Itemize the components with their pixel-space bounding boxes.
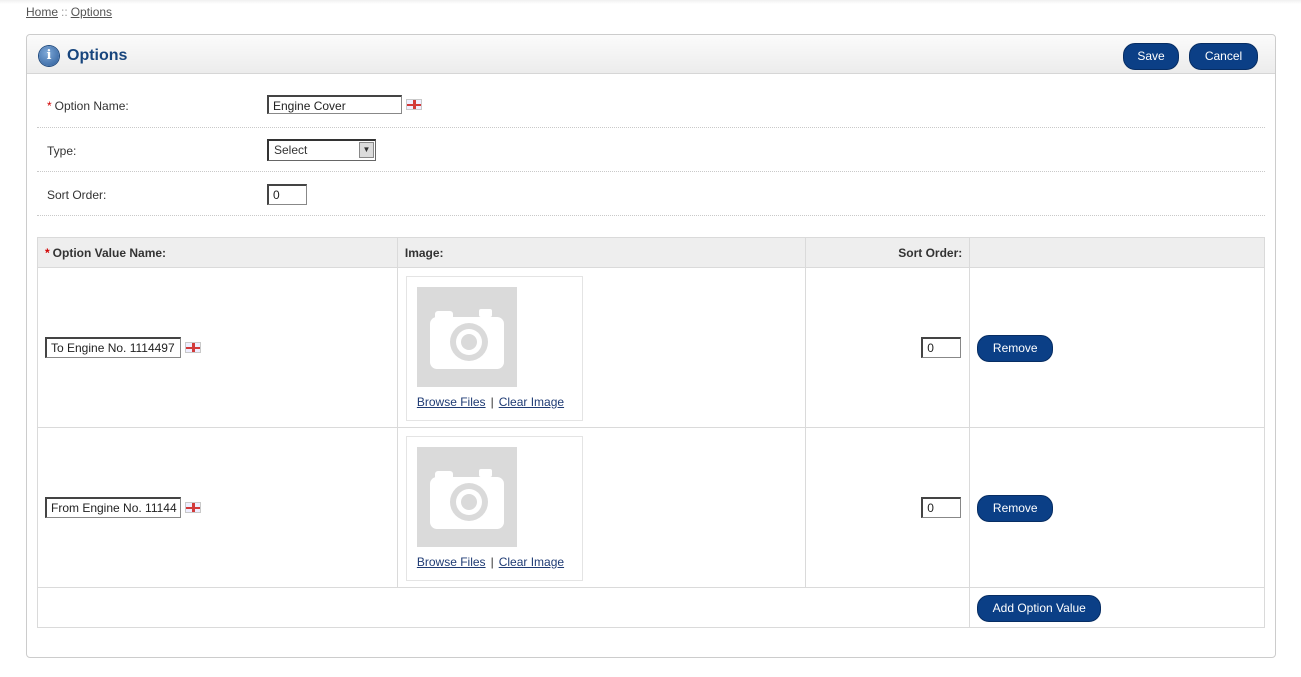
image-links: Browse Files | Clear Image (417, 555, 564, 569)
value-name-cell: To Engine No. 1114497 (37, 267, 398, 428)
type-select[interactable]: Select ▼ (267, 139, 376, 161)
panel-header: i Options Save Cancel (27, 35, 1275, 74)
actions-cell: Remove (969, 427, 1265, 588)
info-icon: i (39, 46, 59, 66)
table-header-row: * Option Value Name: Image: Sort Order: (37, 237, 1265, 268)
clear-image-link[interactable]: Clear Image (499, 395, 564, 409)
sort-order-row: Sort Order: 0 (37, 172, 1265, 216)
type-row: Type: Select ▼ (37, 128, 1265, 172)
sort-order-label: Sort Order: (47, 188, 107, 202)
header-sort-order: Sort Order: (804, 237, 971, 268)
footer-empty-cell (36, 587, 971, 628)
option-name-row: * Option Name: Engine Cover (37, 83, 1265, 128)
breadcrumb-options-link[interactable]: Options (71, 5, 112, 19)
dropdown-arrow-icon[interactable]: ▼ (359, 142, 374, 158)
header-name-text: Option Value Name: (52, 245, 167, 260)
type-select-value: Select (274, 143, 308, 157)
option-value-name-input[interactable]: From Engine No. 11144 (45, 497, 181, 518)
remove-button[interactable]: Remove (977, 335, 1054, 362)
sort-order-cell: 0 (804, 427, 971, 588)
uk-flag-icon (185, 342, 201, 353)
header-actions (969, 237, 1265, 268)
add-option-value-button[interactable]: Add Option Value (977, 595, 1102, 622)
link-separator: | (490, 555, 494, 569)
sort-order-cell: 0 (804, 267, 971, 428)
header-image: Image: (396, 237, 806, 268)
image-card: Browse Files | Clear Image (405, 276, 583, 421)
option-name-label: * Option Name: (47, 99, 129, 113)
table-footer-row: Add Option Value (36, 587, 1265, 628)
option-value-name-input[interactable]: To Engine No. 1114497 (45, 337, 181, 358)
required-mark: * (45, 245, 50, 260)
camera-placeholder-icon[interactable] (416, 287, 517, 387)
options-panel: i Options Save Cancel * Option Name: Engi… (26, 34, 1276, 658)
actions-cell: Remove (969, 267, 1265, 428)
cancel-button[interactable]: Cancel (1189, 43, 1258, 70)
option-name-input[interactable]: Engine Cover (267, 95, 402, 114)
required-mark: * (47, 99, 52, 113)
type-label: Type: (47, 144, 77, 158)
clear-image-link[interactable]: Clear Image (499, 555, 564, 569)
image-cell: Browse Files | Clear Image (396, 427, 806, 588)
uk-flag-icon (406, 99, 422, 110)
option-name-label-text: Option Name: (54, 99, 129, 113)
breadcrumb-home-link[interactable]: Home (26, 5, 58, 19)
link-separator: | (490, 395, 494, 409)
breadcrumb-separator: :: (61, 5, 68, 19)
sort-order-input[interactable]: 0 (267, 184, 307, 205)
save-button[interactable]: Save (1123, 43, 1179, 70)
value-name-cell: From Engine No. 11144 (37, 427, 398, 588)
remove-button[interactable]: Remove (977, 495, 1054, 522)
browse-files-link[interactable]: Browse Files (417, 395, 486, 409)
header-option-value-name: * Option Value Name: (37, 237, 398, 268)
image-cell: Browse Files | Clear Image (396, 267, 806, 428)
camera-placeholder-icon[interactable] (416, 447, 517, 547)
value-sort-order-input[interactable]: 0 (921, 337, 962, 358)
uk-flag-icon (185, 502, 201, 513)
image-links: Browse Files | Clear Image (417, 395, 564, 409)
browse-files-link[interactable]: Browse Files (417, 555, 486, 569)
table-row: To Engine No. 1114497 Browse Files | Cle… (37, 267, 1265, 428)
image-card: Browse Files | Clear Image (405, 436, 583, 581)
top-shadow (0, 0, 1301, 4)
table-row: From Engine No. 11144 Browse Files | Cle… (37, 427, 1265, 588)
footer-actions-cell: Add Option Value (969, 587, 1265, 628)
breadcrumb: Home:: Options (26, 5, 112, 19)
value-sort-order-input[interactable]: 0 (921, 497, 962, 518)
option-values-table: * Option Value Name: Image: Sort Order: T… (36, 237, 1265, 628)
page-title: Options (67, 47, 128, 64)
